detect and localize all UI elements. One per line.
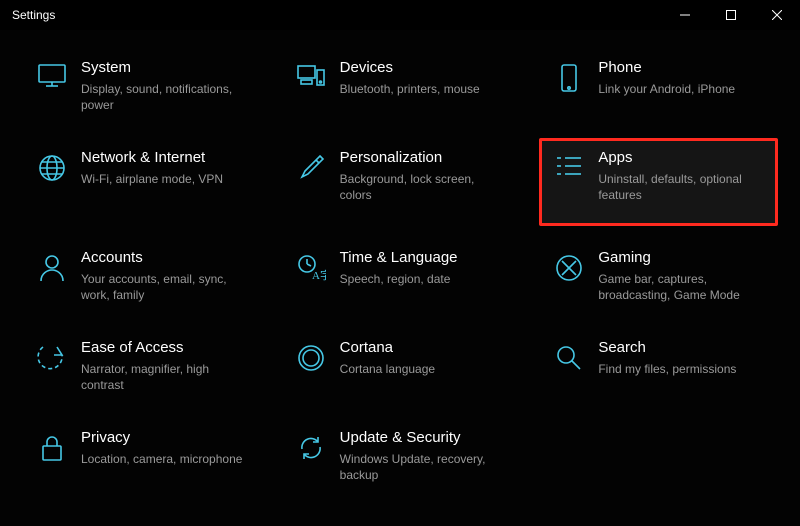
xbox-icon <box>544 249 594 283</box>
category-desc: Speech, region, date <box>340 271 507 287</box>
category-privacy[interactable]: Privacy Location, camera, microphone <box>22 418 261 496</box>
settings-home: System Display, sound, notifications, po… <box>0 30 800 496</box>
category-ease-of-access[interactable]: Ease of Access Narrator, magnifier, high… <box>22 328 261 406</box>
settings-grid: System Display, sound, notifications, po… <box>22 48 778 496</box>
maximize-button[interactable] <box>708 0 754 30</box>
close-button[interactable] <box>754 0 800 30</box>
globe-icon <box>27 149 77 183</box>
ease-of-access-icon <box>27 339 77 373</box>
empty-cell <box>539 418 778 496</box>
category-desc: Your accounts, email, sync, work, family <box>81 271 248 303</box>
window-title: Settings <box>12 8 55 22</box>
svg-text:A字: A字 <box>312 268 326 282</box>
devices-icon <box>286 59 336 89</box>
category-desc: Find my files, permissions <box>598 361 765 377</box>
category-title: Search <box>598 339 765 358</box>
category-desc: Narrator, magnifier, high contrast <box>81 361 248 393</box>
time-language-icon: A字 <box>286 249 336 283</box>
category-personalization[interactable]: Personalization Background, lock screen,… <box>281 138 520 226</box>
system-icon <box>27 59 77 89</box>
minimize-button[interactable] <box>662 0 708 30</box>
category-network[interactable]: Network & Internet Wi-Fi, airplane mode,… <box>22 138 261 226</box>
category-title: Ease of Access <box>81 339 248 358</box>
category-desc: Background, lock screen, colors <box>340 171 507 203</box>
category-desc: Display, sound, notifications, power <box>81 81 248 113</box>
category-title: Gaming <box>598 249 765 268</box>
category-time-language[interactable]: A字 Time & Language Speech, region, date <box>281 238 520 316</box>
cortana-icon <box>286 339 336 373</box>
titlebar: Settings <box>0 0 800 30</box>
category-apps[interactable]: Apps Uninstall, defaults, optional featu… <box>539 138 778 226</box>
category-title: Cortana <box>340 339 507 358</box>
category-gaming[interactable]: Gaming Game bar, captures, broadcasting,… <box>539 238 778 316</box>
window-controls <box>662 0 800 30</box>
category-desc: Cortana language <box>340 361 507 377</box>
update-icon <box>286 429 336 463</box>
category-title: System <box>81 59 248 78</box>
category-title: Personalization <box>340 149 507 168</box>
phone-icon <box>544 59 594 93</box>
category-desc: Game bar, captures, broadcasting, Game M… <box>598 271 765 303</box>
paintbrush-icon <box>286 149 336 181</box>
category-title: Devices <box>340 59 507 78</box>
category-title: Apps <box>598 149 765 168</box>
category-title: Network & Internet <box>81 149 248 168</box>
category-desc: Uninstall, defaults, optional features <box>598 171 765 203</box>
category-title: Privacy <box>81 429 248 448</box>
apps-list-icon <box>544 149 594 179</box>
category-update-security[interactable]: Update & Security Windows Update, recove… <box>281 418 520 496</box>
category-title: Time & Language <box>340 249 507 268</box>
category-phone[interactable]: Phone Link your Android, iPhone <box>539 48 778 126</box>
category-desc: Windows Update, recovery, backup <box>340 451 507 483</box>
category-search[interactable]: Search Find my files, permissions <box>539 328 778 406</box>
category-desc: Link your Android, iPhone <box>598 81 765 97</box>
search-icon <box>544 339 594 373</box>
category-desc: Wi-Fi, airplane mode, VPN <box>81 171 248 187</box>
category-desc: Bluetooth, printers, mouse <box>340 81 507 97</box>
category-system[interactable]: System Display, sound, notifications, po… <box>22 48 261 126</box>
lock-icon <box>27 429 77 463</box>
category-cortana[interactable]: Cortana Cortana language <box>281 328 520 406</box>
category-devices[interactable]: Devices Bluetooth, printers, mouse <box>281 48 520 126</box>
category-title: Accounts <box>81 249 248 268</box>
category-title: Phone <box>598 59 765 78</box>
category-accounts[interactable]: Accounts Your accounts, email, sync, wor… <box>22 238 261 316</box>
person-icon <box>27 249 77 283</box>
category-title: Update & Security <box>340 429 507 448</box>
category-desc: Location, camera, microphone <box>81 451 248 467</box>
